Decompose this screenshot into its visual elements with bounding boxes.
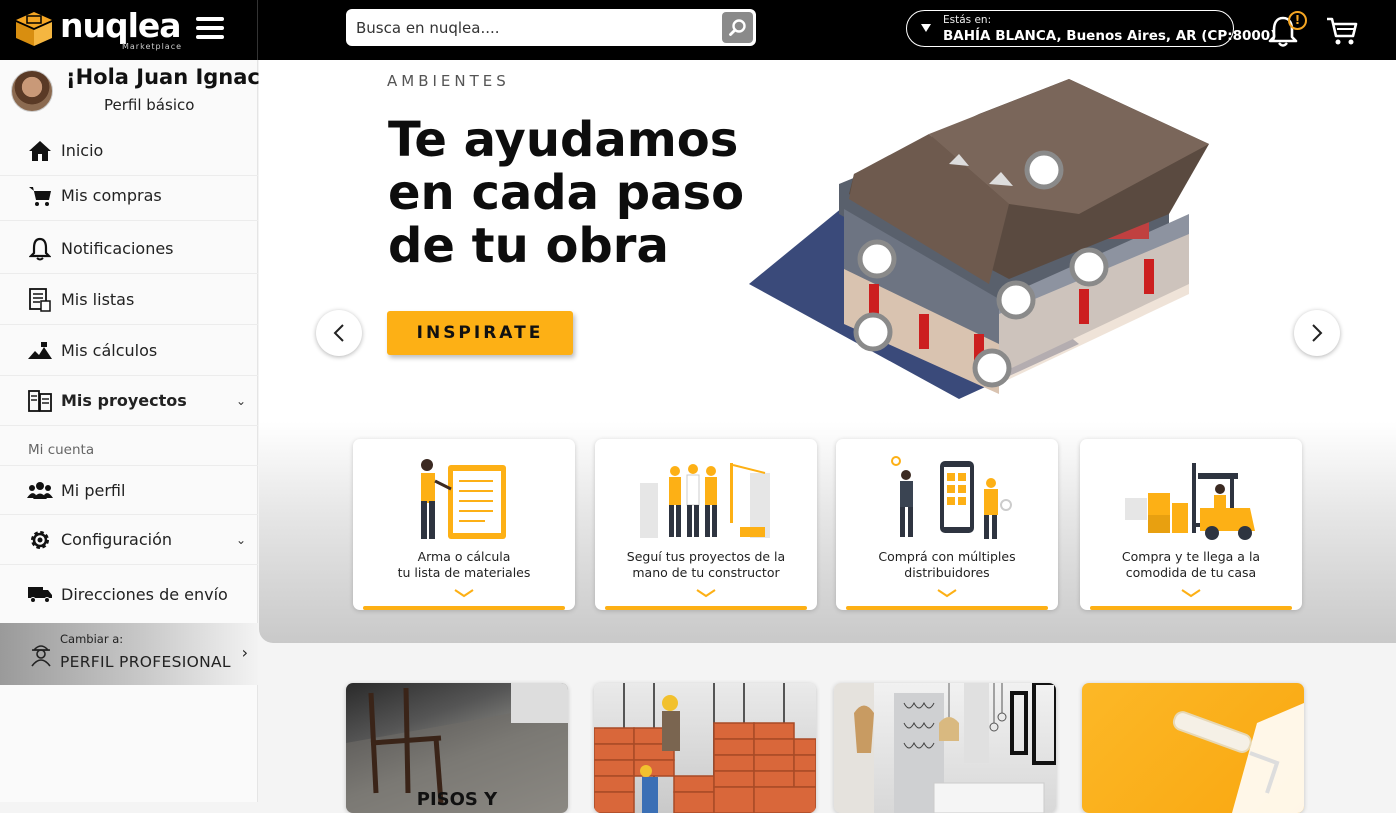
- chevron-right-icon: [1312, 324, 1323, 342]
- switch-value: PERFIL PROFESIONAL: [60, 653, 231, 671]
- hero-kicker: AMBIENTES: [387, 72, 510, 90]
- chevron-down-icon: [454, 589, 474, 598]
- brand-sub: Marketplace: [122, 42, 183, 51]
- list-illustration: [421, 459, 506, 539]
- hero-headline: Te ayudamos en cada paso de tu obra: [388, 112, 745, 274]
- user-greeting: ¡Hola Juan Ignacio!: [66, 65, 292, 89]
- cart-icon: [27, 183, 53, 209]
- switch-label: Cambiar a:: [60, 632, 124, 646]
- card-accent-bar: [846, 606, 1048, 610]
- feature-card-lista[interactable]: Arma o cálcula tu lista de materiales: [353, 439, 575, 610]
- category-card-banos[interactable]: [834, 683, 1056, 813]
- calculator-icon: [27, 338, 53, 364]
- location-selector[interactable]: Estás en: BAHÍA BLANCA, Buenos Aires, AR…: [906, 10, 1276, 47]
- inspirate-button[interactable]: INSPIRATE: [387, 311, 573, 355]
- sidebar-item-configuracion[interactable]: Configuración ⌄: [0, 515, 258, 565]
- feature-card-text: Comprá con múltiples distribuidores: [878, 549, 1016, 580]
- chevron-right-icon: ›: [241, 643, 248, 662]
- sidebar-item-proyectos[interactable]: Mis proyectos ⌄: [0, 376, 258, 426]
- sidebar-item-label: Mi perfil: [61, 480, 126, 500]
- chevron-down-icon: [1181, 589, 1201, 598]
- feature-card-text: Arma o cálcula tu lista de materiales: [397, 549, 531, 580]
- truck-icon: [27, 581, 53, 607]
- chevron-down-icon: [696, 589, 716, 598]
- category-card-pisos[interactable]: PISOS Y: [346, 683, 568, 813]
- home-icon: [27, 138, 53, 164]
- house-illustration: [749, 79, 1209, 399]
- phone-illustration: [891, 456, 1012, 539]
- sidebar-item-inicio[interactable]: Inicio: [0, 126, 258, 176]
- sidebar-item-mi-perfil[interactable]: Mi perfil: [0, 465, 258, 515]
- caret-down-icon: [921, 24, 931, 32]
- search-input[interactable]: [356, 15, 716, 40]
- carousel-prev-button[interactable]: [316, 310, 362, 356]
- section-label: Mi cuenta: [28, 442, 95, 458]
- sidebar-item-label: Mis cálculos: [61, 341, 158, 360]
- menu-icon[interactable]: [196, 17, 224, 43]
- feature-card-text: Seguí tus proyectos de la mano de tu con…: [626, 549, 786, 580]
- carousel-next-button[interactable]: [1294, 310, 1340, 356]
- category-card-construccion[interactable]: [594, 683, 816, 813]
- chevron-down-icon: ⌄: [235, 532, 246, 547]
- category-card-pinturas[interactable]: [1082, 683, 1304, 813]
- gear-icon: [27, 527, 53, 553]
- notification-badge: !: [1288, 11, 1307, 30]
- feature-card-distribuidores[interactable]: Comprá con múltiples distribuidores: [836, 439, 1058, 610]
- worker-icon: [31, 645, 51, 667]
- sidebar-item-direcciones[interactable]: Direcciones de envío: [0, 569, 258, 619]
- brick-wall-photo: [594, 683, 816, 813]
- brand-name: nuqlea: [60, 6, 182, 45]
- sidebar-item-label: Mis listas: [61, 290, 135, 309]
- sidebar-item-calculos[interactable]: Mis cálculos: [0, 326, 258, 376]
- top-bar: nuqlea Marketplace Estás en: BAHÍA BLANC…: [0, 0, 1396, 60]
- paint-roller-photo: [1172, 703, 1304, 813]
- sidebar-item-label: Inicio: [61, 141, 104, 160]
- chevron-down-icon: [937, 589, 957, 598]
- chevron-left-icon: [333, 324, 344, 342]
- feature-card-envio[interactable]: Compra y te llega a la comodida de tu ca…: [1080, 439, 1302, 610]
- feature-card-proyectos[interactable]: Seguí tus proyectos de la mano de tu con…: [595, 439, 817, 610]
- category-title: PISOS Y: [416, 789, 498, 810]
- sidebar-item-label: Direcciones de envío: [61, 584, 228, 604]
- sidebar-item-label: Mis compras: [61, 186, 162, 205]
- sidebar-item-listas[interactable]: Mis listas: [0, 275, 258, 325]
- feature-card-text: Compra y te llega a la comodida de tu ca…: [1121, 549, 1261, 580]
- search-button[interactable]: [722, 12, 753, 43]
- search-icon: [728, 18, 746, 36]
- chevron-down-icon: ⌄: [235, 393, 246, 408]
- brand[interactable]: nuqlea Marketplace: [0, 0, 258, 60]
- user-profile-type: Perfil básico: [104, 96, 195, 114]
- avatar[interactable]: [11, 70, 53, 112]
- card-accent-bar: [605, 606, 807, 610]
- sidebar: ¡Hola Juan Ignacio! Perfil básico Inicio…: [0, 60, 291, 802]
- sidebar-item-label: Configuración: [61, 530, 173, 549]
- sidebar-item-notificaciones[interactable]: Notificaciones: [0, 224, 258, 274]
- sidebar-item-label: Notificaciones: [61, 239, 174, 258]
- search-box: [346, 9, 756, 46]
- sidebar-item-compras[interactable]: Mis compras: [0, 171, 258, 221]
- bathroom-photo: [834, 683, 1056, 813]
- projects-icon: [27, 388, 53, 414]
- location-value: BAHÍA BLANCA, Buenos Aires, AR (CP:8000): [943, 28, 1277, 44]
- sidebar-item-label: Mis proyectos: [61, 391, 187, 410]
- team-illustration: [640, 463, 770, 538]
- location-label: Estás en:: [943, 14, 992, 26]
- forklift-illustration: [1125, 463, 1255, 540]
- card-accent-bar: [1090, 606, 1292, 610]
- card-accent-bar: [363, 606, 565, 610]
- users-icon: [27, 477, 53, 503]
- logo-box-icon: [16, 12, 52, 46]
- hero-banner: AMBIENTES Te ayudamos en cada paso de tu…: [259, 60, 1396, 643]
- bell-icon: [27, 236, 53, 262]
- cart-icon[interactable]: [1326, 16, 1358, 46]
- switch-profile-button[interactable]: Cambiar a: PERFIL PROFESIONAL ›: [0, 623, 258, 685]
- list-icon: [27, 287, 53, 313]
